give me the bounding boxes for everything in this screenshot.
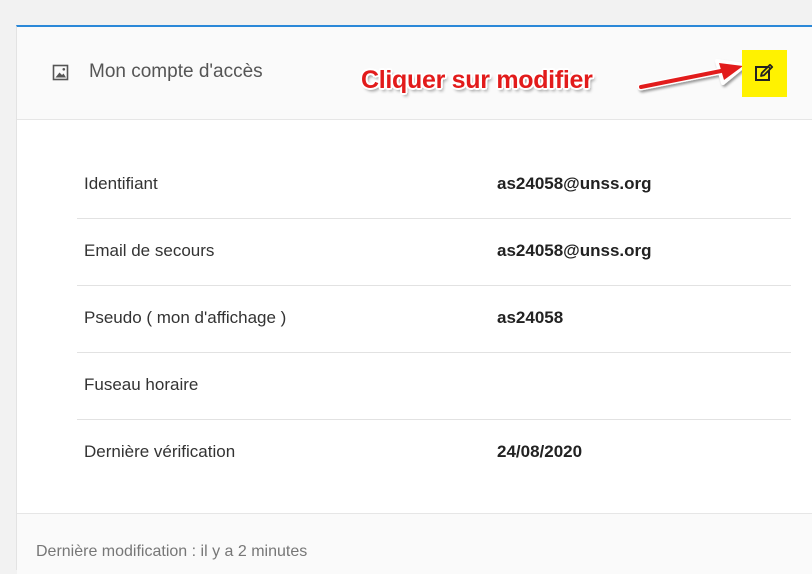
annotation-arrow-icon: [637, 59, 747, 91]
edit-icon: [755, 63, 774, 81]
row-label: Fuseau horaire: [84, 375, 199, 394]
row-label: Dernière vérification: [84, 442, 236, 461]
edit-button[interactable]: [742, 50, 787, 97]
detail-row-email-secours: Email de secours as24058@unss.org: [77, 219, 791, 286]
row-value: as24058@unss.org: [497, 174, 652, 193]
account-card: Mon compte d'accès Cliquer sur modifier: [16, 25, 812, 574]
row-value: as24058@unss.org: [497, 241, 652, 260]
row-label: Identifiant: [84, 174, 158, 193]
card-header: Mon compte d'accès Cliquer sur modifier: [17, 27, 812, 120]
account-details: Identifiant as24058@unss.org Email de se…: [77, 152, 791, 486]
row-label: Pseudo ( mon d'affichage ): [84, 308, 287, 327]
detail-row-pseudo: Pseudo ( mon d'affichage ) as24058: [77, 286, 791, 353]
row-label: Email de secours: [84, 241, 215, 260]
image-icon: [52, 64, 70, 82]
detail-row-fuseau-horaire: Fuseau horaire: [77, 353, 791, 420]
row-value: 24/08/2020: [497, 442, 583, 461]
card-title: Mon compte d'accès: [89, 61, 263, 82]
detail-row-identifiant: Identifiant as24058@unss.org: [77, 152, 791, 219]
annotation-label: Cliquer sur modifier: [361, 66, 593, 94]
row-value: as24058: [497, 308, 564, 327]
detail-row-derniere-verification: Dernière vérification 24/08/2020: [77, 420, 791, 486]
last-modified-text: Dernière modification : il y a 2 minutes: [36, 543, 308, 560]
